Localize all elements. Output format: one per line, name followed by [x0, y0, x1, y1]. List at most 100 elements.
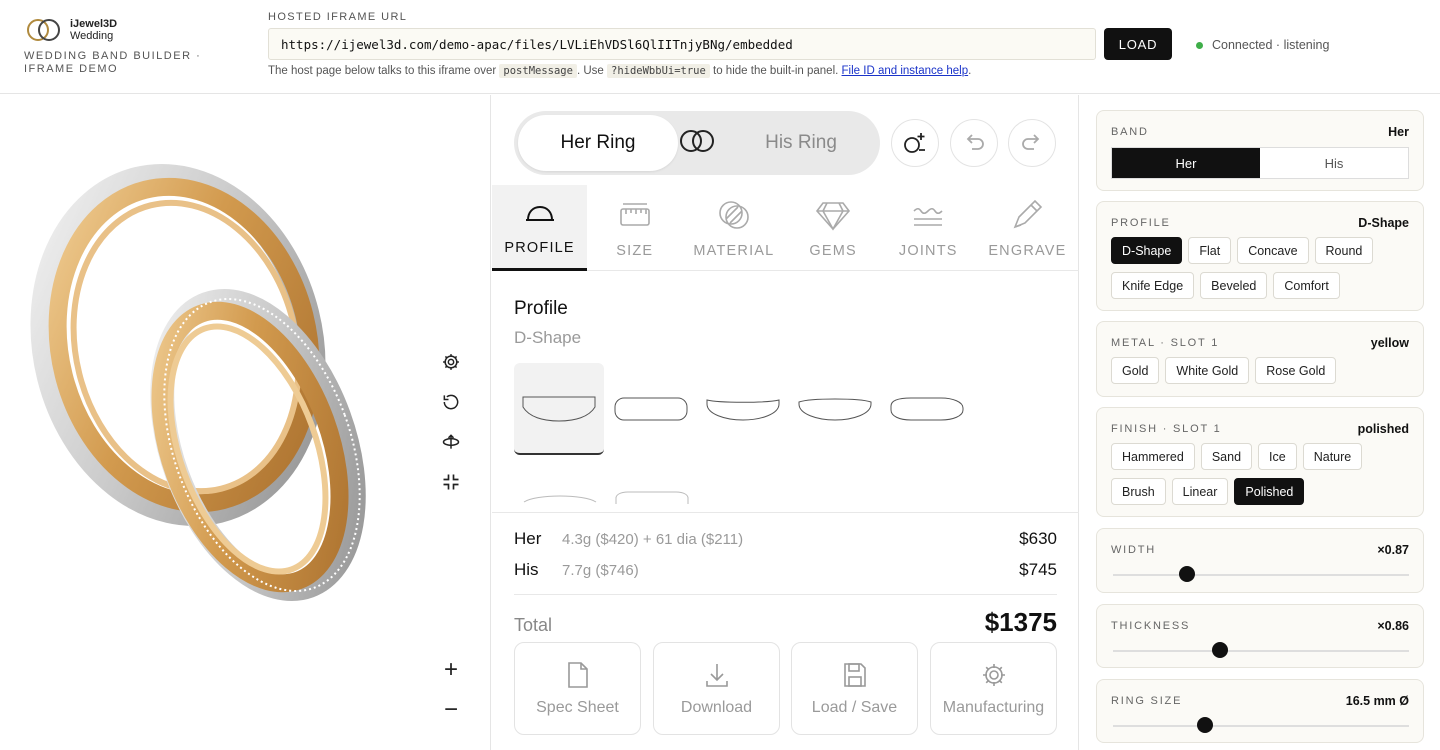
- profile-shape-flat[interactable]: [606, 363, 696, 455]
- concave-profile-icon: [706, 399, 780, 421]
- tab-engrave-label: ENGRAVE: [988, 243, 1067, 259]
- help-link[interactable]: File ID and instance help: [842, 65, 969, 77]
- section-selected-value: D-Shape: [514, 328, 582, 347]
- thickness-value: ×0.86: [1377, 619, 1409, 633]
- profile-shape-d-shape[interactable]: [514, 363, 604, 455]
- metal-option-rose-gold[interactable]: Rose Gold: [1255, 357, 1337, 384]
- status-text: Connected · listening: [1212, 38, 1330, 52]
- logo-sub: Wedding: [70, 30, 114, 42]
- total-divider: [514, 594, 1057, 595]
- metal-value: yellow: [1370, 336, 1409, 350]
- rings-logo-icon: [27, 19, 60, 41]
- tab-profile[interactable]: PROFILE: [492, 185, 588, 271]
- orbit-icon[interactable]: [438, 429, 464, 455]
- price-his-label: His: [514, 560, 539, 579]
- profile-option-beveled[interactable]: Beveled: [1200, 272, 1268, 299]
- finish-option-ice[interactable]: Ice: [1258, 443, 1297, 470]
- metal-label: METAL · SLOT 1: [1111, 337, 1220, 349]
- band-option-her[interactable]: Her: [1112, 148, 1260, 178]
- tab-material[interactable]: MATERIAL: [682, 185, 785, 271]
- add-remove-ring-button[interactable]: [891, 119, 939, 167]
- zoom-in-icon[interactable]: +: [438, 656, 464, 683]
- profile-options: D-Shape Flat Concave Round Knife Edge Be…: [1111, 237, 1411, 299]
- thickness-slider-thumb[interactable]: [1211, 642, 1228, 658]
- finish-label: FINISH · SLOT 1: [1111, 423, 1222, 435]
- profile-shape-knife-edge[interactable]: [882, 363, 972, 455]
- finish-option-brush[interactable]: Brush: [1111, 478, 1166, 505]
- help-code-postmessage: postMessage: [499, 64, 577, 78]
- reset-rotation-icon[interactable]: [438, 389, 464, 415]
- host-control-panel: BAND Her Her His PROFILE D-Shape D-Shape…: [1080, 95, 1440, 750]
- iframe-url-input[interactable]: [268, 28, 1096, 60]
- ring-toggle[interactable]: Her Ring His Ring: [514, 111, 880, 175]
- help-text-end: .: [968, 65, 972, 77]
- fullscreen-exit-icon[interactable]: [438, 469, 464, 495]
- rings-render[interactable]: [30, 155, 410, 625]
- load-button[interactable]: LOAD: [1104, 28, 1172, 60]
- manufacturing-button[interactable]: Manufacturing: [930, 642, 1057, 735]
- save-icon: [843, 662, 866, 687]
- undo-icon: [966, 134, 984, 150]
- undo-button[interactable]: [950, 119, 998, 167]
- profile-option-round[interactable]: Round: [1314, 237, 1374, 264]
- band-segmented-control: Her His: [1111, 147, 1409, 179]
- app-subtitle: WEDDING BAND BUILDER · IFRAME DEMO: [24, 50, 224, 76]
- redo-icon: [1022, 134, 1040, 150]
- load-save-button[interactable]: Load / Save: [791, 642, 918, 735]
- ring-size-slider-track[interactable]: [1113, 725, 1409, 727]
- logo[interactable]: iJewel3D Wedding WEDDING BAND BUILDER · …: [24, 16, 224, 76]
- configurator-panel: Her Ring His Ring PROFILE SIZE MATERIAL …: [492, 95, 1079, 750]
- price-her-label: Her: [514, 529, 542, 548]
- profile-shape-comfort[interactable]: [614, 490, 690, 504]
- 3d-viewer[interactable]: + −: [0, 95, 491, 750]
- profile-shape-round[interactable]: [790, 363, 880, 455]
- ring-size-card: RING SIZE 16.5 mm Ø: [1096, 679, 1424, 743]
- width-slider-track[interactable]: [1113, 574, 1409, 576]
- profile-icon: [525, 205, 554, 221]
- band-option-his[interactable]: His: [1260, 148, 1408, 178]
- profile-option-flat[interactable]: Flat: [1188, 237, 1232, 264]
- profile-option-concave[interactable]: Concave: [1237, 237, 1309, 264]
- app-subtitle-line1: WEDDING BAND BUILDER ·: [24, 50, 202, 62]
- download-label: Download: [680, 698, 753, 716]
- band-card: BAND Her Her His: [1096, 110, 1424, 191]
- total-row: Total $1375: [514, 607, 1057, 638]
- finish-option-hammered[interactable]: Hammered: [1111, 443, 1195, 470]
- metal-option-gold[interactable]: Gold: [1111, 357, 1160, 384]
- finish-option-nature[interactable]: Nature: [1302, 443, 1363, 470]
- gear-icon: [982, 663, 1005, 686]
- finish-option-polished[interactable]: Polished: [1234, 478, 1305, 505]
- profile-option-comfort[interactable]: Comfort: [1273, 272, 1340, 299]
- profile-shape-concave[interactable]: [698, 363, 788, 455]
- profile-card: PROFILE D-Shape D-Shape Flat Concave Rou…: [1096, 201, 1424, 311]
- width-slider-thumb[interactable]: [1179, 566, 1195, 582]
- his-ring-tab[interactable]: His Ring: [726, 115, 876, 171]
- finish-option-sand[interactable]: Sand: [1200, 443, 1253, 470]
- her-ring-tab[interactable]: Her Ring: [518, 115, 678, 171]
- tab-gems[interactable]: GEMS: [786, 185, 881, 271]
- app-subtitle-line2: IFRAME DEMO: [24, 63, 119, 75]
- ring-size-slider-thumb[interactable]: [1196, 717, 1213, 733]
- tab-joints[interactable]: JOINTS: [881, 185, 976, 271]
- metal-option-white-gold[interactable]: White Gold: [1165, 357, 1250, 384]
- tab-size-label: SIZE: [616, 243, 654, 259]
- redo-button[interactable]: [1008, 119, 1056, 167]
- rings-toggle-icon[interactable]: [678, 125, 716, 157]
- spec-sheet-button[interactable]: Spec Sheet: [514, 642, 641, 735]
- thickness-slider-track[interactable]: [1113, 650, 1409, 652]
- tab-size[interactable]: SIZE: [587, 185, 682, 271]
- metal-card: METAL · SLOT 1 yellow Gold White Gold Ro…: [1096, 321, 1424, 397]
- tab-engrave[interactable]: ENGRAVE: [976, 185, 1079, 271]
- finish-option-linear[interactable]: Linear: [1171, 478, 1229, 505]
- tab-joints-label: JOINTS: [898, 243, 958, 259]
- price-summary: [492, 512, 1079, 513]
- help-text-post: to hide the built-in panel.: [709, 65, 842, 77]
- width-label: WIDTH: [1111, 544, 1157, 556]
- price-row-her: Her 4.3g ($420) + 61 dia ($211) $630: [514, 529, 1057, 549]
- zoom-out-icon[interactable]: −: [438, 696, 464, 723]
- profile-shape-beveled[interactable]: [522, 490, 598, 504]
- profile-option-knife-edge[interactable]: Knife Edge: [1111, 272, 1195, 299]
- settings-icon[interactable]: [438, 349, 464, 375]
- profile-option-d-shape[interactable]: D-Shape: [1111, 237, 1183, 264]
- download-button[interactable]: Download: [653, 642, 780, 735]
